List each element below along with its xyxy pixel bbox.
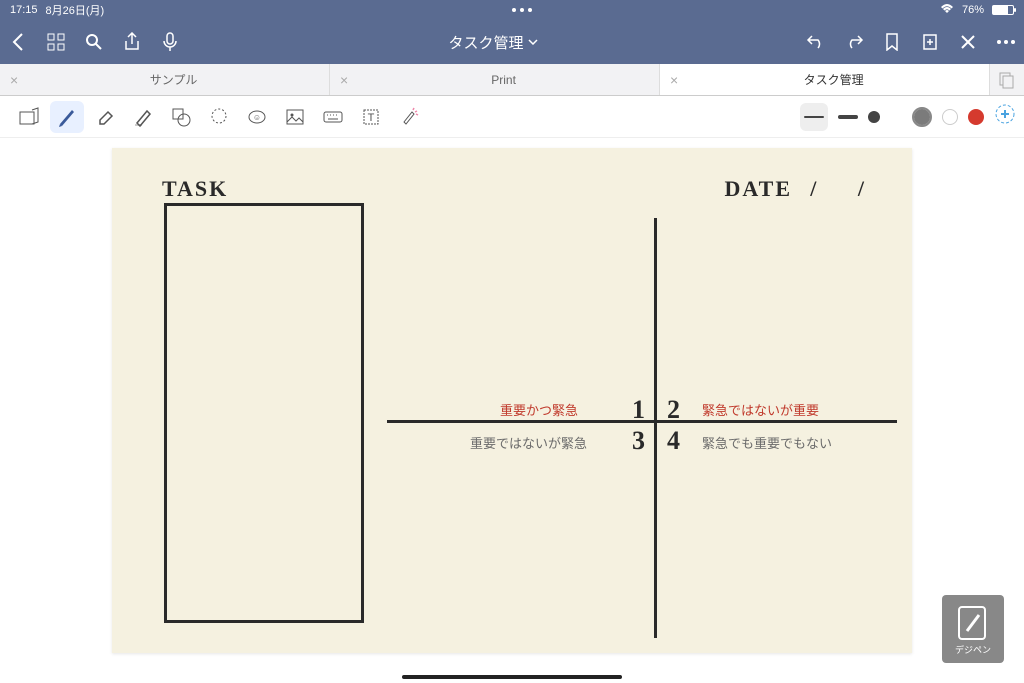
highlighter-tool[interactable]: [126, 101, 160, 133]
more-button[interactable]: [996, 32, 1016, 52]
color-red[interactable]: [968, 109, 984, 125]
wifi-icon: [940, 4, 954, 17]
svg-text:T: T: [368, 112, 375, 124]
quadrant-2-num: 2: [667, 395, 680, 425]
add-page-button[interactable]: [920, 32, 940, 52]
eraser-tool[interactable]: [88, 101, 122, 133]
stroke-thick[interactable]: [868, 111, 880, 123]
app-title[interactable]: タスク管理: [180, 32, 806, 53]
lasso-tool[interactable]: [202, 101, 236, 133]
share-button[interactable]: [122, 32, 142, 52]
matrix-vertical-line: [654, 218, 657, 638]
zoom-tool[interactable]: [12, 101, 46, 133]
close-button[interactable]: [958, 32, 978, 52]
image-tool[interactable]: [278, 101, 312, 133]
tab-print[interactable]: × Print: [330, 64, 660, 95]
quadrant-4-num: 4: [667, 426, 680, 456]
bookmark-button[interactable]: [882, 32, 902, 52]
shape-tool[interactable]: [164, 101, 198, 133]
battery-icon: [992, 5, 1014, 15]
close-icon[interactable]: ×: [340, 72, 348, 88]
battery-pct: 76%: [962, 4, 984, 16]
tab-task[interactable]: × タスク管理: [660, 64, 990, 95]
grid-button[interactable]: [46, 32, 66, 52]
watermark: デジペン: [942, 595, 1004, 663]
chevron-down-icon: [528, 39, 538, 45]
app-bar: タスク管理: [0, 20, 1024, 64]
tab-strip: × サンプル × Print × タスク管理: [0, 64, 1024, 96]
quadrant-1-num: 1: [632, 395, 645, 425]
task-box: [164, 203, 364, 623]
undo-button[interactable]: [806, 32, 826, 52]
back-button[interactable]: [8, 32, 28, 52]
date-heading: DATE: [725, 176, 793, 202]
tab-options[interactable]: [990, 64, 1024, 95]
clock: 17:15: [10, 4, 38, 16]
quadrant-1-label: 重要かつ緊急: [500, 400, 578, 419]
color-white[interactable]: [942, 109, 958, 125]
canvas[interactable]: TASK DATE / / 1 2 3 4 重要かつ緊急 緊急ではないが重要 重…: [0, 138, 1024, 683]
quadrant-3-num: 3: [632, 426, 645, 456]
redo-button[interactable]: [844, 32, 864, 52]
stroke-med[interactable]: [838, 115, 858, 119]
stroke-thin[interactable]: [800, 103, 828, 131]
svg-text:☺: ☺: [253, 113, 261, 122]
date: 8月26日(月): [46, 2, 105, 18]
note-page[interactable]: TASK DATE / / 1 2 3 4 重要かつ緊急 緊急ではないが重要 重…: [112, 148, 912, 653]
stamp-tool[interactable]: ☺: [240, 101, 274, 133]
mic-button[interactable]: [160, 32, 180, 52]
keyboard-tool[interactable]: [316, 101, 350, 133]
status-dots: [512, 8, 532, 12]
home-indicator[interactable]: [402, 675, 622, 679]
quadrant-2-label: 緊急ではないが重要: [702, 400, 819, 419]
text-tool[interactable]: T: [354, 101, 388, 133]
tool-strip: ☺ T: [0, 96, 1024, 138]
close-icon[interactable]: ×: [10, 72, 18, 88]
date-slashes: / /: [810, 176, 882, 202]
quadrant-3-label: 重要ではないが緊急: [470, 433, 587, 452]
pen-tool[interactable]: [50, 101, 84, 133]
color-add[interactable]: [994, 103, 1016, 130]
task-heading: TASK: [162, 176, 228, 202]
color-gray[interactable]: [912, 107, 932, 127]
laser-tool[interactable]: [392, 101, 426, 133]
search-button[interactable]: [84, 32, 104, 52]
close-icon[interactable]: ×: [670, 72, 678, 88]
status-bar: 17:15 8月26日(月) 76%: [0, 0, 1024, 20]
quadrant-4-label: 緊急でも重要でもない: [702, 433, 832, 452]
tab-sample[interactable]: × サンプル: [0, 64, 330, 95]
